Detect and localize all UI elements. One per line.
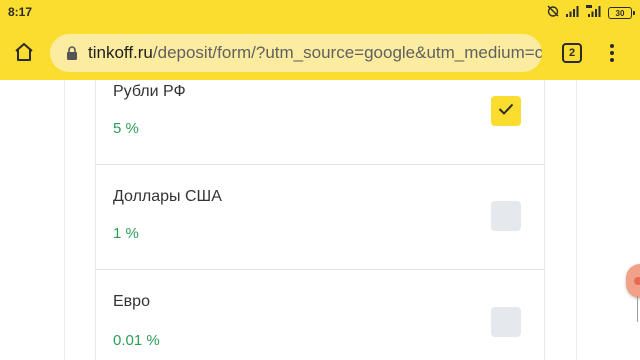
chat-widget-button[interactable] bbox=[626, 264, 640, 298]
status-bar: 8:17 30 bbox=[0, 0, 640, 26]
page-content: Рубли РФ 5 % Доллары США 1 % Евро 0.01 % bbox=[0, 80, 640, 360]
signal-icon bbox=[566, 4, 580, 22]
page-guide-line bbox=[576, 80, 577, 360]
scrollbar[interactable] bbox=[637, 296, 638, 322]
currency-list: Рубли РФ 5 % Доллары США 1 % Евро 0.01 % bbox=[95, 80, 545, 360]
home-button[interactable] bbox=[10, 40, 38, 68]
battery-icon: 30 bbox=[608, 7, 635, 19]
currency-rate: 0.01 % bbox=[113, 332, 160, 349]
alarm-off-icon bbox=[546, 4, 560, 23]
tab-switcher-button[interactable]: 2 bbox=[562, 43, 582, 63]
currency-name: Евро bbox=[113, 293, 150, 310]
currency-option-rub[interactable]: Рубли РФ 5 % bbox=[96, 60, 544, 165]
currency-checkbox-usd[interactable] bbox=[491, 201, 521, 231]
page-guide-line bbox=[64, 80, 65, 360]
status-time: 8:17 bbox=[8, 5, 33, 19]
signal-4g-icon bbox=[586, 4, 602, 22]
lock-icon[interactable] bbox=[66, 45, 78, 61]
more-vert-icon[interactable] bbox=[602, 43, 622, 63]
currency-rate: 1 % bbox=[113, 225, 139, 242]
currency-name: Рубли РФ bbox=[113, 83, 186, 100]
home-icon bbox=[13, 41, 35, 68]
currency-checkbox-rub[interactable] bbox=[491, 96, 521, 126]
browser-screen: 8:17 30 tinkoff.ru/deposit/form/?utm_sou… bbox=[0, 0, 640, 360]
status-icons: 30 bbox=[546, 4, 635, 23]
check-icon bbox=[498, 102, 514, 120]
currency-rate: 5 % bbox=[113, 120, 139, 137]
currency-option-eur[interactable]: Евро 0.01 % bbox=[96, 270, 544, 360]
currency-name: Доллары США bbox=[113, 188, 222, 205]
currency-checkbox-eur[interactable] bbox=[491, 307, 521, 337]
currency-option-usd[interactable]: Доллары США 1 % bbox=[96, 165, 544, 270]
